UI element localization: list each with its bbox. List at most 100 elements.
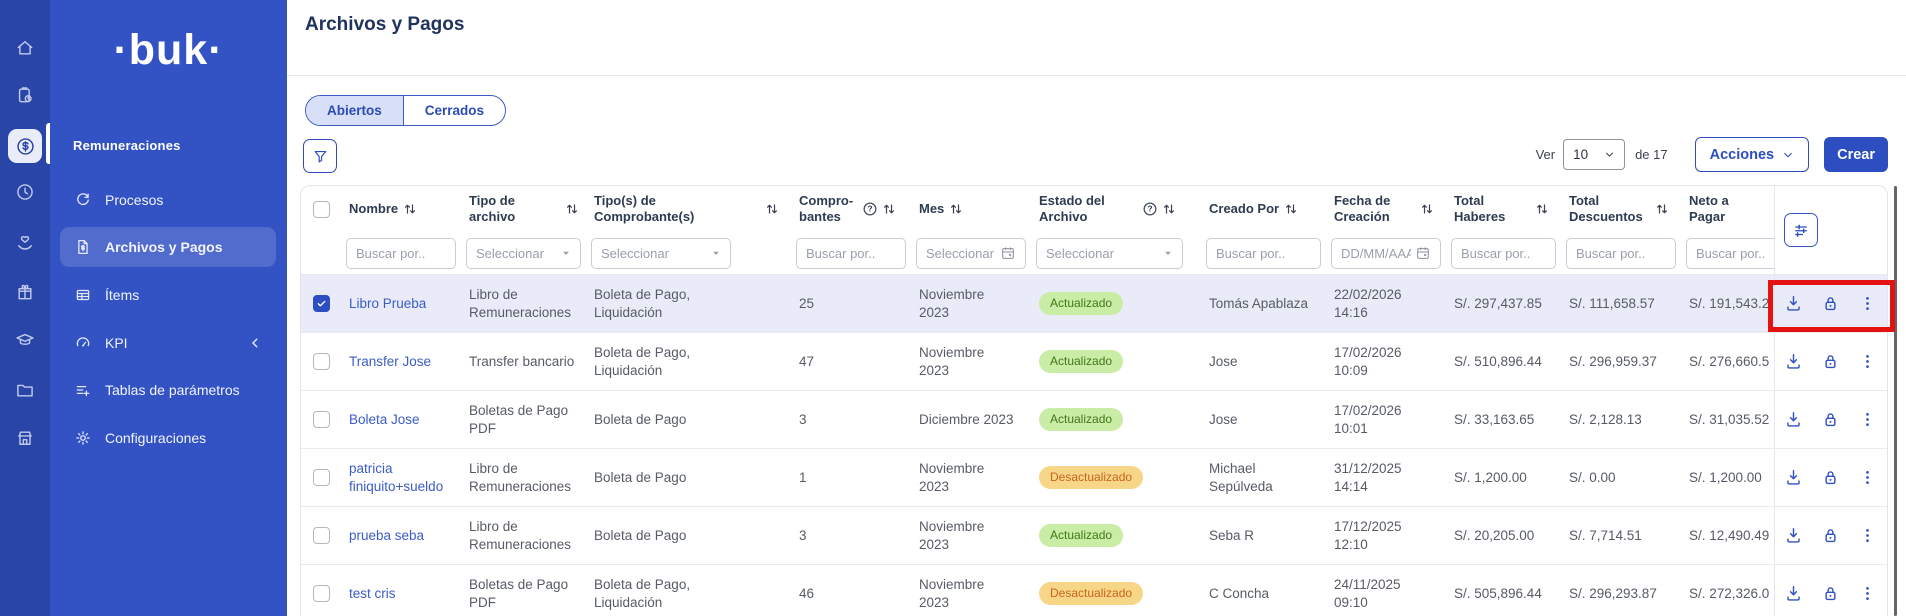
- sidebar-item-configuraciones[interactable]: Configuraciones: [60, 418, 276, 458]
- download-button[interactable]: [1784, 584, 1804, 604]
- more-options-button[interactable]: [1858, 526, 1878, 546]
- column-settings-button[interactable]: [1784, 213, 1818, 247]
- filter-comprobantes-input[interactable]: Buscar por..: [796, 238, 906, 269]
- row-checkbox[interactable]: [313, 295, 330, 312]
- clock-icon[interactable]: [15, 182, 35, 202]
- file-name-link[interactable]: Libro Prueba: [341, 275, 461, 332]
- row-checkbox[interactable]: [313, 353, 330, 370]
- sort-icon[interactable]: [883, 203, 895, 215]
- download-button[interactable]: [1784, 526, 1804, 546]
- filter-tipo-archivo-select[interactable]: Seleccionar: [466, 238, 581, 269]
- lock-button[interactable]: [1821, 584, 1841, 604]
- file-name-link[interactable]: test cris: [341, 565, 461, 616]
- more-options-button[interactable]: [1858, 352, 1878, 372]
- lock-button[interactable]: [1821, 526, 1841, 546]
- more-options-button[interactable]: [1858, 584, 1878, 604]
- file-name-link[interactable]: Boleta Jose: [341, 391, 461, 448]
- row-checkbox[interactable]: [313, 411, 330, 428]
- graduation-icon[interactable]: [15, 330, 35, 350]
- home-icon[interactable]: [15, 38, 35, 58]
- more-options-button[interactable]: [1858, 294, 1878, 314]
- lock-button[interactable]: [1821, 294, 1841, 314]
- column-header-haberes[interactable]: Total Haberes: [1454, 193, 1524, 224]
- filter-neto-input[interactable]: Buscar por..: [1686, 238, 1774, 269]
- sort-icon[interactable]: [1656, 203, 1668, 215]
- sort-icon[interactable]: [1163, 203, 1175, 215]
- filter-nombre-input[interactable]: Buscar por..: [346, 238, 456, 269]
- cell-descuentos: S/. 2,128.13: [1561, 391, 1681, 448]
- status-badge: Desactualizado: [1039, 582, 1143, 606]
- file-name-link[interactable]: patricia finiquito+sueldo: [341, 449, 461, 506]
- column-header-creado-por[interactable]: Creado Por: [1209, 201, 1279, 217]
- column-header-mes[interactable]: Mes: [919, 201, 944, 217]
- column-header-comprobantes[interactable]: Compro­bantes: [799, 193, 857, 224]
- lock-button[interactable]: [1821, 410, 1841, 430]
- remuneraciones-module-icon[interactable]: [8, 129, 42, 163]
- column-header-tipos-comprobante[interactable]: Tipo(s) de Comprobante(s): [594, 193, 734, 224]
- acciones-button[interactable]: Acciones: [1695, 137, 1809, 172]
- tab-cerrados[interactable]: Cerrados: [404, 96, 505, 125]
- status-badge: Actualizado: [1039, 350, 1123, 374]
- cell-descuentos: S/. 7,714.51: [1561, 507, 1681, 564]
- page-size-select[interactable]: 10: [1563, 139, 1625, 170]
- sort-icon[interactable]: [404, 203, 416, 215]
- hand-heart-icon[interactable]: [15, 233, 35, 253]
- vertical-scrollbar[interactable]: [1894, 186, 1897, 616]
- filter-button[interactable]: [303, 139, 337, 173]
- file-name-link[interactable]: Transfer Jose: [341, 333, 461, 390]
- download-button[interactable]: [1784, 352, 1804, 372]
- download-button[interactable]: [1784, 294, 1804, 314]
- lock-button[interactable]: [1821, 468, 1841, 488]
- filter-descuentos-input[interactable]: Buscar por..: [1566, 238, 1676, 269]
- cell-haberes: S/. 505,896.44: [1446, 565, 1561, 616]
- column-header-nombre[interactable]: Nombre: [349, 201, 398, 217]
- filter-haberes-input[interactable]: Buscar por..: [1451, 238, 1556, 269]
- store-icon[interactable]: [15, 428, 35, 448]
- tab-abiertos[interactable]: Abiertos: [306, 96, 404, 125]
- sort-icon[interactable]: [566, 203, 578, 215]
- sort-icon[interactable]: [1421, 203, 1433, 215]
- download-button[interactable]: [1784, 468, 1804, 488]
- sort-icon[interactable]: [950, 203, 962, 215]
- sort-icon[interactable]: [1285, 203, 1297, 215]
- download-icon: [1784, 526, 1803, 545]
- filter-mes-datepicker[interactable]: Seleccionar: [916, 238, 1026, 269]
- cell-neto: S/. 191,543.2: [1681, 275, 1774, 332]
- calendar-icon[interactable]: [1000, 245, 1016, 261]
- calendar-icon[interactable]: [1415, 245, 1431, 261]
- cell-fecha: 17/12/2025 12:10: [1326, 507, 1446, 564]
- sidebar-item-archivos-y-pagos[interactable]: Archivos y Pagos: [60, 227, 276, 267]
- actions-column-header: [1774, 186, 1887, 274]
- sidebar-item-tablas-de-parametros[interactable]: Tablas de parámetros: [60, 370, 276, 410]
- help-icon[interactable]: [863, 202, 877, 216]
- row-checkbox[interactable]: [313, 527, 330, 544]
- sort-icon[interactable]: [766, 203, 778, 215]
- sort-icon[interactable]: [1536, 203, 1548, 215]
- filter-estado-select[interactable]: Seleccionar: [1036, 238, 1183, 269]
- crear-button[interactable]: Crear: [1824, 137, 1888, 172]
- column-header-descuentos[interactable]: Total Descuentos: [1569, 193, 1650, 224]
- help-icon[interactable]: [1143, 202, 1157, 216]
- column-header-tipo-archivo[interactable]: Tipo de archivo: [469, 193, 560, 224]
- filter-tipos-comprobante-select[interactable]: Seleccionar: [591, 238, 731, 269]
- column-header-neto[interactable]: Neto a Pagar: [1689, 193, 1766, 224]
- filter-fecha-datepicker[interactable]: DD/MM/AAAA: [1331, 238, 1441, 269]
- filter-creado-por-input[interactable]: Buscar por..: [1206, 238, 1321, 269]
- row-checkbox[interactable]: [313, 585, 330, 602]
- select-all-checkbox[interactable]: [313, 201, 330, 218]
- sidebar-item-kpi[interactable]: KPI: [60, 323, 276, 363]
- column-header-estado[interactable]: Estado del Archivo: [1039, 193, 1125, 224]
- gift-icon[interactable]: [15, 282, 35, 302]
- lock-button[interactable]: [1821, 352, 1841, 372]
- chevron-left-icon[interactable]: [248, 336, 262, 350]
- download-button[interactable]: [1784, 410, 1804, 430]
- more-options-button[interactable]: [1858, 468, 1878, 488]
- clipboard-clock-icon[interactable]: [15, 85, 35, 105]
- row-checkbox[interactable]: [313, 469, 330, 486]
- folder-icon[interactable]: [15, 380, 35, 400]
- file-name-link[interactable]: prueba seba: [341, 507, 461, 564]
- sidebar-item-procesos[interactable]: Procesos: [60, 180, 276, 220]
- sidebar-item-items[interactable]: Ítems: [60, 275, 276, 315]
- column-header-fecha[interactable]: Fecha de Creación: [1334, 193, 1406, 224]
- more-options-button[interactable]: [1858, 410, 1878, 430]
